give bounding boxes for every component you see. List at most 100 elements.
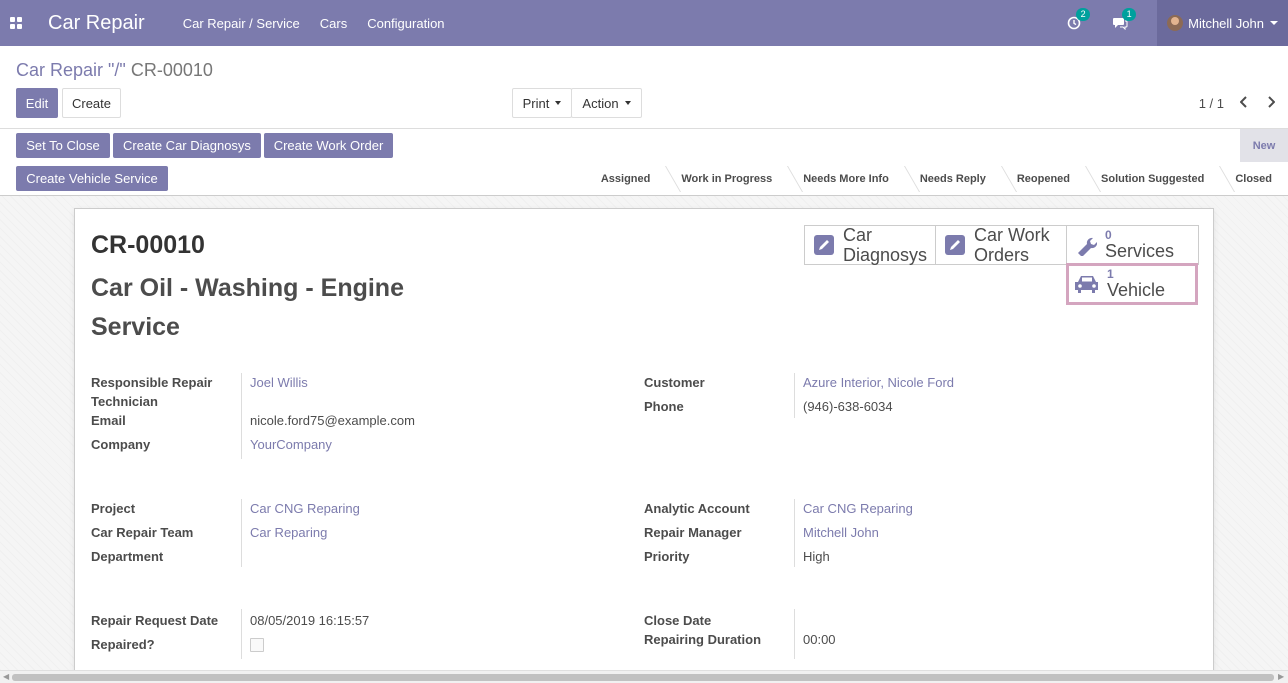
car-icon xyxy=(1073,273,1101,295)
scrollbar-thumb[interactable] xyxy=(12,674,1274,681)
menu-cars[interactable]: Cars xyxy=(320,16,347,31)
stage-new[interactable]: New xyxy=(1240,129,1288,162)
breadcrumb: Car Repair "/" CR-00010 xyxy=(16,60,213,81)
project-label: Project xyxy=(91,501,136,516)
services-count: 0 xyxy=(1105,228,1112,242)
print-dropdown[interactable]: Print xyxy=(512,88,572,118)
menu-configuration[interactable]: Configuration xyxy=(367,16,444,31)
top-navbar: Car Repair Car Repair / Service Cars Con… xyxy=(0,0,1288,46)
stage-needs-reply[interactable]: Needs Reply xyxy=(905,162,1002,196)
phone-label: Phone xyxy=(644,399,684,414)
technician-label-line1: Responsible Repair xyxy=(91,375,213,390)
create-work-order-button[interactable]: Create Work Order xyxy=(264,133,393,158)
repair-manager-label: Repair Manager xyxy=(644,525,742,540)
create-button[interactable]: Create xyxy=(62,88,121,118)
phone-field[interactable]: (946)-638-6034 xyxy=(803,397,893,416)
car-work-orders-button[interactable]: Car Work Orders xyxy=(936,225,1067,265)
request-date-label: Repair Request Date xyxy=(91,613,219,628)
smart-button-box: Car Diagnosys Car Work Orders 0 Services xyxy=(804,225,1199,265)
action-dropdown[interactable]: Action xyxy=(571,88,642,118)
duration-label: Repairing Duration xyxy=(644,632,762,647)
user-avatar xyxy=(1167,15,1184,31)
priority-field[interactable]: High xyxy=(803,547,830,566)
chevron-down-icon xyxy=(555,101,562,105)
services-label: Services xyxy=(1105,241,1175,261)
chevron-down-icon xyxy=(1270,21,1278,25)
stage-assigned[interactable]: Assigned xyxy=(586,162,667,196)
print-label: Print xyxy=(522,95,550,111)
vehicle-count: 1 xyxy=(1107,267,1114,281)
department-label: Department xyxy=(91,549,164,564)
car-diagnosys-label-line1: Car xyxy=(843,225,873,245)
stage-closed[interactable]: Closed xyxy=(1220,162,1288,196)
chevron-right-icon[interactable] xyxy=(1265,95,1277,109)
form-sheet: CR-00010 Car Oil - Washing - Engine Serv… xyxy=(74,208,1214,678)
action-label: Action xyxy=(582,95,619,111)
car-diagnosys-button[interactable]: Car Diagnosys xyxy=(805,225,936,265)
duration-field[interactable]: 00:00 xyxy=(803,630,836,649)
vehicle-button[interactable]: 1 Vehicle xyxy=(1066,263,1198,305)
technician-label-line2: Technician xyxy=(91,394,158,409)
customer-field[interactable]: Azure Interior, Nicole Ford xyxy=(803,373,954,392)
email-label: Email xyxy=(91,413,126,428)
record-title: Car Oil - Washing - Engine Service xyxy=(91,274,404,341)
breadcrumb-current: CR-00010 xyxy=(130,60,213,80)
pencil-icon xyxy=(813,234,835,256)
statusbar: Set To Close Create Car Diagnosys Create… xyxy=(0,129,1288,196)
stage-reopened[interactable]: Reopened xyxy=(1002,162,1086,196)
stage-work-in-progress[interactable]: Work in Progress xyxy=(666,162,788,196)
group2-left-separator xyxy=(241,499,242,567)
team-field[interactable]: Car Reparing xyxy=(250,523,327,542)
messages-chat-icon[interactable]: 1 xyxy=(1111,8,1137,32)
create-vehicle-service-button[interactable]: Create Vehicle Service xyxy=(16,166,168,191)
record-name: CR-00010 xyxy=(91,231,205,259)
activity-clock-icon[interactable]: 2 xyxy=(1065,8,1091,32)
apps-menu-icon[interactable] xyxy=(0,0,32,46)
chevron-down-icon xyxy=(624,101,631,105)
scroll-right-icon[interactable]: ▶ xyxy=(1278,673,1286,681)
team-label: Car Repair Team xyxy=(91,525,194,540)
technician-label: Responsible Repair Technician xyxy=(91,373,212,411)
project-field[interactable]: Car CNG Reparing xyxy=(250,499,360,518)
analytic-account-label: Analytic Account xyxy=(644,501,750,516)
create-car-diagnosys-button[interactable]: Create Car Diagnosys xyxy=(113,133,261,158)
stage-needs-more-info[interactable]: Needs More Info xyxy=(788,162,905,196)
chevron-left-icon[interactable] xyxy=(1238,95,1250,109)
menu-car-repair-service[interactable]: Car Repair / Service xyxy=(183,16,300,31)
email-field[interactable]: nicole.ford75@example.com xyxy=(250,411,415,430)
services-button[interactable]: 0 Services xyxy=(1067,226,1198,264)
repaired-checkbox[interactable] xyxy=(250,638,264,652)
edit-button[interactable]: Edit xyxy=(16,88,58,118)
user-name: Mitchell John xyxy=(1188,15,1264,31)
app-title[interactable]: Car Repair xyxy=(48,12,145,35)
car-work-orders-label-line2: Orders xyxy=(974,245,1030,265)
scroll-left-icon[interactable]: ◀ xyxy=(3,673,11,681)
message-count-badge: 1 xyxy=(1122,8,1137,21)
horizontal-scrollbar[interactable]: ◀ ▶ xyxy=(0,670,1288,683)
analytic-account-field[interactable]: Car CNG Reparing xyxy=(803,499,913,518)
request-date-field[interactable]: 08/05/2019 16:15:57 xyxy=(250,611,369,630)
vehicle-label: Vehicle xyxy=(1107,280,1166,300)
repair-manager-field[interactable]: Mitchell John xyxy=(803,523,879,542)
company-label: Company xyxy=(91,437,151,452)
activity-count-badge: 2 xyxy=(1076,8,1091,21)
pager-value[interactable]: 1 / 1 xyxy=(1199,96,1224,111)
technician-field[interactable]: Joel Willis xyxy=(250,373,308,392)
repaired-label: Repaired? xyxy=(91,637,155,652)
control-panel: Car Repair "/" CR-00010 Edit Create Prin… xyxy=(0,46,1288,129)
pencil-icon xyxy=(944,234,966,256)
user-menu[interactable]: Mitchell John xyxy=(1157,0,1288,46)
breadcrumb-parent[interactable]: Car Repair "/" xyxy=(16,60,126,80)
car-diagnosys-label-line2: Diagnosys xyxy=(843,245,928,265)
group1-left-separator xyxy=(241,373,242,459)
wrench-icon xyxy=(1075,234,1097,256)
group2-right-separator xyxy=(794,499,795,567)
car-work-orders-label-line1: Car Work xyxy=(974,225,1050,245)
set-to-close-button[interactable]: Set To Close xyxy=(16,133,110,158)
stage-list: Assigned Work in Progress Needs More Inf… xyxy=(586,162,1288,196)
close-date-label: Close Date xyxy=(644,613,712,628)
stage-solution-suggested[interactable]: Solution Suggested xyxy=(1086,162,1220,196)
priority-label: Priority xyxy=(644,549,690,564)
group1-right-separator xyxy=(794,373,795,418)
company-field[interactable]: YourCompany xyxy=(250,435,332,454)
